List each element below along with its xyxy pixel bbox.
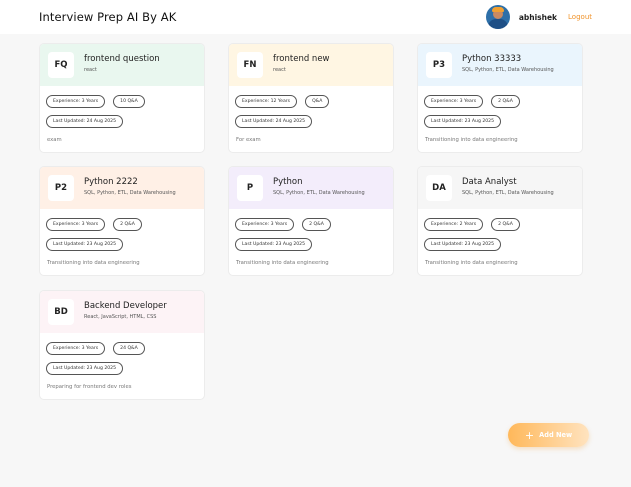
last-updated-badge: Last Updated: 24 Aug 2025 [46,115,124,128]
session-card-frontend-new[interactable]: FN frontend new react Experience: 12 Yea… [228,43,394,153]
card-initials: FQ [48,52,74,78]
card-description: exam [47,137,62,143]
qa-count-badge: 24 Q&A [113,342,145,355]
card-topics: react [273,67,286,73]
session-card-python[interactable]: P Python SQL, Python, ETL, Data Warehous… [228,166,394,276]
card-topics: SQL, Python, ETL, Data Warehousing [84,190,176,196]
card-topics: React, JavaScript, HTML, CSS [84,314,157,320]
plus-icon: + [524,428,535,442]
last-updated-badge: Last Updated: 23 Aug 2025 [235,238,313,251]
experience-badge: Experience: 3 Years [46,342,106,355]
card-description: Transitioning into data engineering [425,137,518,143]
experience-badge: Experience: 3 Years [424,95,484,108]
experience-badge: Experience: 3 Years [46,218,106,231]
session-card-data-analyst[interactable]: DA Data Analyst SQL, Python, ETL, Data W… [417,166,583,276]
session-card-python-2222[interactable]: P2 Python 2222 SQL, Python, ETL, Data Wa… [39,166,205,276]
card-description: Transitioning into data engineering [425,260,518,266]
add-new-button[interactable]: + Add New [508,423,589,447]
card-header: FN frontend new react [229,44,393,86]
card-initials: DA [426,175,452,201]
qa-count-badge: 10 Q&A [113,95,145,108]
app-title: Interview Prep AI By AK [39,10,177,24]
logout-link[interactable]: Logout [568,13,592,21]
experience-badge: Experience: 2 Years [424,218,484,231]
card-topics: react [84,67,97,73]
experience-badge: Experience: 3 Years [46,95,106,108]
card-title: Python [273,177,303,187]
experience-badge: Experience: 3 Years [235,218,295,231]
card-topics: SQL, Python, ETL, Data Warehousing [273,190,365,196]
username: abhishek [518,12,558,22]
last-updated-badge: Last Updated: 23 Aug 2025 [424,238,502,251]
card-title: frontend question [84,54,160,64]
card-topics: SQL, Python, ETL, Data Warehousing [462,67,554,73]
card-header: P2 Python 2222 SQL, Python, ETL, Data Wa… [40,167,204,209]
last-updated-badge: Last Updated: 23 Aug 2025 [424,115,502,128]
add-new-label: Add New [539,431,573,439]
card-initials: P [237,175,263,201]
card-initials: P2 [48,175,74,201]
card-description: Transitioning into data engineering [236,260,329,266]
qa-count-badge: Q&A [305,95,330,108]
user-menu: abhishek Logout [485,5,592,29]
experience-badge: Experience: 12 Years [235,95,298,108]
card-title: Backend Developer [84,301,167,311]
card-title: frontend new [273,54,330,64]
card-topics: SQL, Python, ETL, Data Warehousing [462,190,554,196]
last-updated-badge: Last Updated: 23 Aug 2025 [46,362,124,375]
top-navbar: Interview Prep AI By AK abhishek Logout [0,0,631,34]
qa-count-badge: 2 Q&A [491,218,520,231]
card-description: Transitioning into data engineering [47,260,140,266]
qa-count-badge: 2 Q&A [491,95,520,108]
card-header: P3 Python 33333 SQL, Python, ETL, Data W… [418,44,582,86]
card-title: Data Analyst [462,177,517,187]
card-header: DA Data Analyst SQL, Python, ETL, Data W… [418,167,582,209]
avatar[interactable] [485,5,510,29]
card-initials: FN [237,52,263,78]
last-updated-badge: Last Updated: 23 Aug 2025 [46,238,124,251]
session-card-backend-developer[interactable]: BD Backend Developer React, JavaScript, … [39,290,205,400]
last-updated-badge: Last Updated: 24 Aug 2025 [235,115,313,128]
card-title: Python 2222 [84,177,138,187]
card-description: For exam [236,137,261,143]
qa-count-badge: 2 Q&A [302,218,331,231]
card-header: FQ frontend question react [40,44,204,86]
session-card-python-33333[interactable]: P3 Python 33333 SQL, Python, ETL, Data W… [417,43,583,153]
card-initials: P3 [426,52,452,78]
qa-count-badge: 2 Q&A [113,218,142,231]
card-title: Python 33333 [462,54,522,64]
card-header: P Python SQL, Python, ETL, Data Warehous… [229,167,393,209]
card-description: Preparing for frontend dev roles [47,384,132,390]
card-header: BD Backend Developer React, JavaScript, … [40,291,204,333]
session-card-frontend-question[interactable]: FQ frontend question react Experience: 3… [39,43,205,153]
card-initials: BD [48,299,74,325]
